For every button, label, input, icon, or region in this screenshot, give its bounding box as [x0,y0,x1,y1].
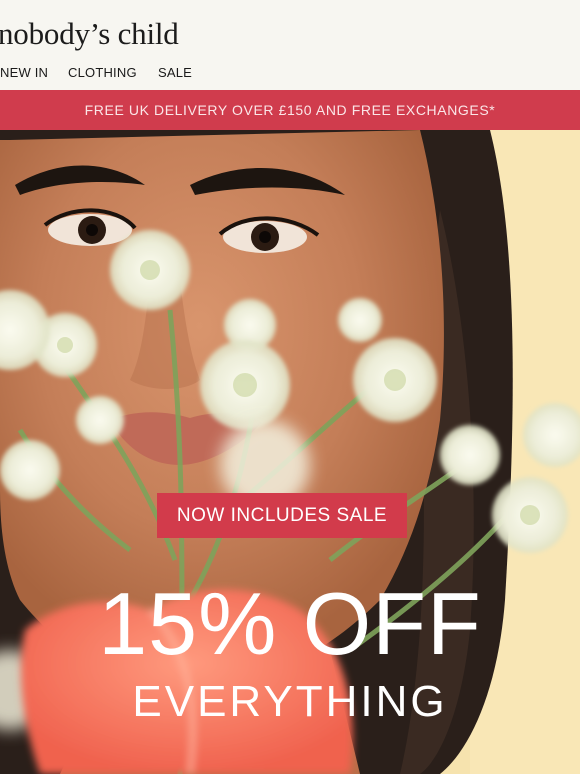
hero-subline: EVERYTHING [132,677,448,726]
nav-item-sale[interactable]: SALE [158,65,192,80]
now-includes-sale-badge[interactable]: NOW INCLUDES SALE [157,493,407,538]
promo-banner-text: FREE UK DELIVERY OVER £150 AND FREE EXCH… [84,102,496,118]
brand-logo[interactable]: nobody’s child [0,16,179,52]
site-header: nobody’s child NEW IN CLOTHING SALE [0,0,580,90]
nav-item-new-in[interactable]: NEW IN [0,65,48,80]
hero-headline: 15% OFF [98,574,482,673]
promo-banner[interactable]: FREE UK DELIVERY OVER £150 AND FREE EXCH… [0,90,580,130]
badge-label: NOW INCLUDES SALE [176,504,388,526]
nav-item-clothing[interactable]: CLOTHING [68,65,137,80]
hero-section[interactable]: NOW INCLUDES SALE 15% OFF EVERYTHING [0,130,580,774]
